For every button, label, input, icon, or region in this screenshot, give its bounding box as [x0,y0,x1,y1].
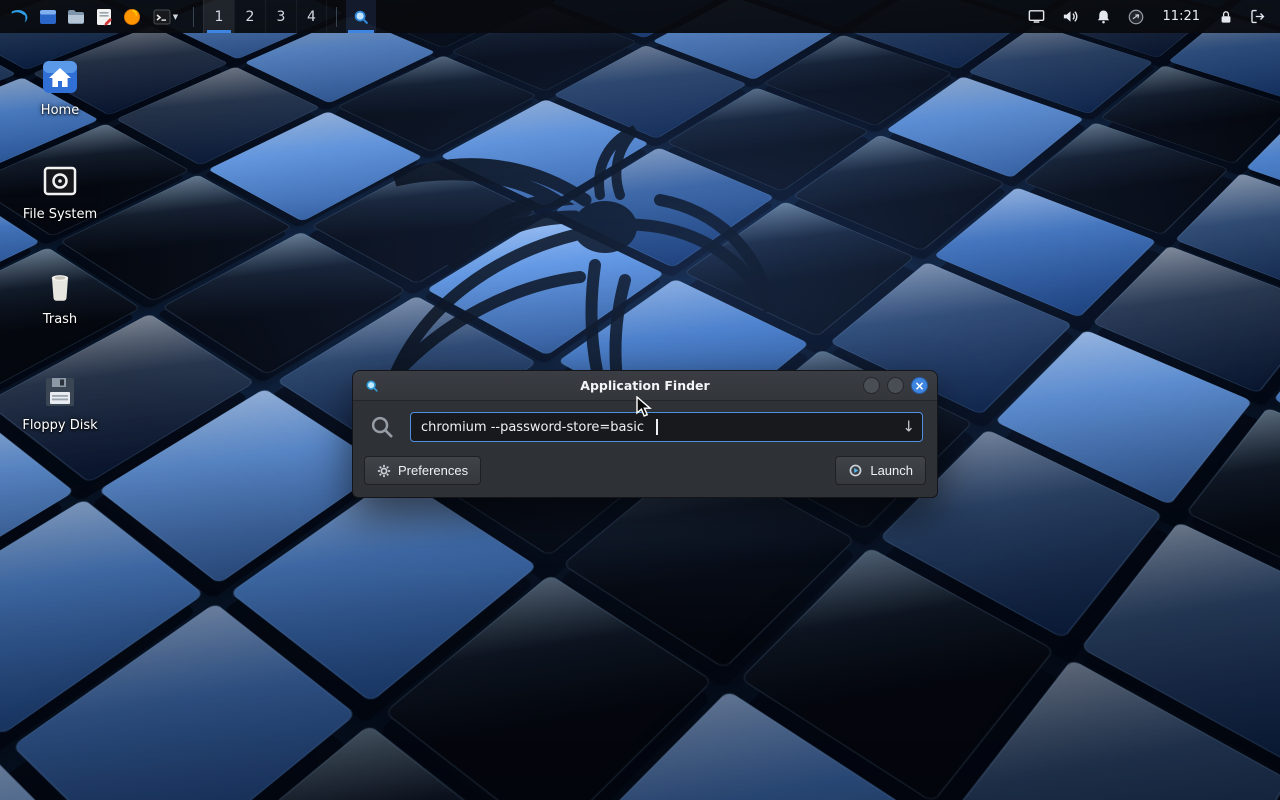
system-tray: 11:21 [1027,7,1274,26]
window-title: Application Finder [353,378,937,393]
terminal-dropdown-chevron[interactable]: ▼ [173,13,178,21]
text-editor-icon [94,7,114,27]
panel-separator [193,7,194,27]
lock-screen-icon[interactable] [1218,9,1234,25]
notifications-bell-icon[interactable] [1095,8,1112,25]
launch-button[interactable]: Launch [835,456,926,485]
volume-icon[interactable] [1061,7,1080,26]
terminal-button[interactable]: ▼ [146,3,184,31]
workspace-3-button[interactable]: 3 [265,0,296,33]
file-manager-button[interactable] [34,3,62,31]
combo-dropdown-arrow[interactable]: ↓ [902,420,915,435]
home-icon [40,57,80,97]
footer: Preferences Launch [353,448,937,497]
search-icon [369,414,396,441]
application-finder-task-button[interactable] [346,0,376,33]
search-row: ↓ [353,401,937,448]
kali-menu-button[interactable] [6,3,34,31]
text-editor-button[interactable] [90,3,118,31]
launch-label: Launch [870,463,913,478]
text-caret [656,419,658,435]
desktop-icon-file-system[interactable]: File System [12,161,108,222]
workspace-2-button[interactable]: 2 [234,0,265,33]
desktop-icon-trash[interactable]: Trash [12,266,108,327]
file-manager-icon [38,7,58,27]
network-icon[interactable] [1127,8,1145,26]
top-panel: ▼ 1 2 3 4 [0,0,1280,33]
desktop: ▼ 1 2 3 4 [0,0,1280,800]
search-icon [352,8,370,26]
launch-run-icon [848,463,863,478]
command-input[interactable] [410,412,923,442]
application-finder-window: Application Finder × ↓ [352,370,938,498]
clock[interactable]: 11:21 [1163,9,1200,24]
command-input-wrap: ↓ [410,412,923,442]
floppy-disk-icon [40,372,80,412]
trash-icon [40,266,80,306]
folder-launcher-button[interactable] [62,3,90,31]
desktop-icon-home[interactable]: Home [12,57,108,118]
workspace-4-button[interactable]: 4 [296,0,327,33]
desktop-icon-label: Home [12,103,108,118]
display-icon[interactable] [1027,7,1046,26]
preferences-button[interactable]: Preferences [364,456,481,485]
firefox-icon [122,7,142,27]
kali-menu-icon [9,6,31,28]
desktop-icon-label: File System [12,207,108,222]
gear-icon [377,464,391,478]
logout-icon[interactable] [1249,8,1266,25]
firefox-button[interactable] [118,3,146,31]
panel-separator [336,7,337,27]
desktop-icon-label: Floppy Disk [12,418,108,433]
desktop-icon-floppy-disk[interactable]: Floppy Disk [12,372,108,433]
terminal-icon [152,7,172,27]
titlebar[interactable]: Application Finder × [353,371,937,401]
workspace-switcher: 1 2 3 4 [203,0,327,33]
file-system-icon [40,161,80,201]
preferences-label: Preferences [398,463,468,478]
workspace-1-button[interactable]: 1 [203,0,234,33]
desktop-icon-label: Trash [12,312,108,327]
folder-icon [66,7,86,27]
